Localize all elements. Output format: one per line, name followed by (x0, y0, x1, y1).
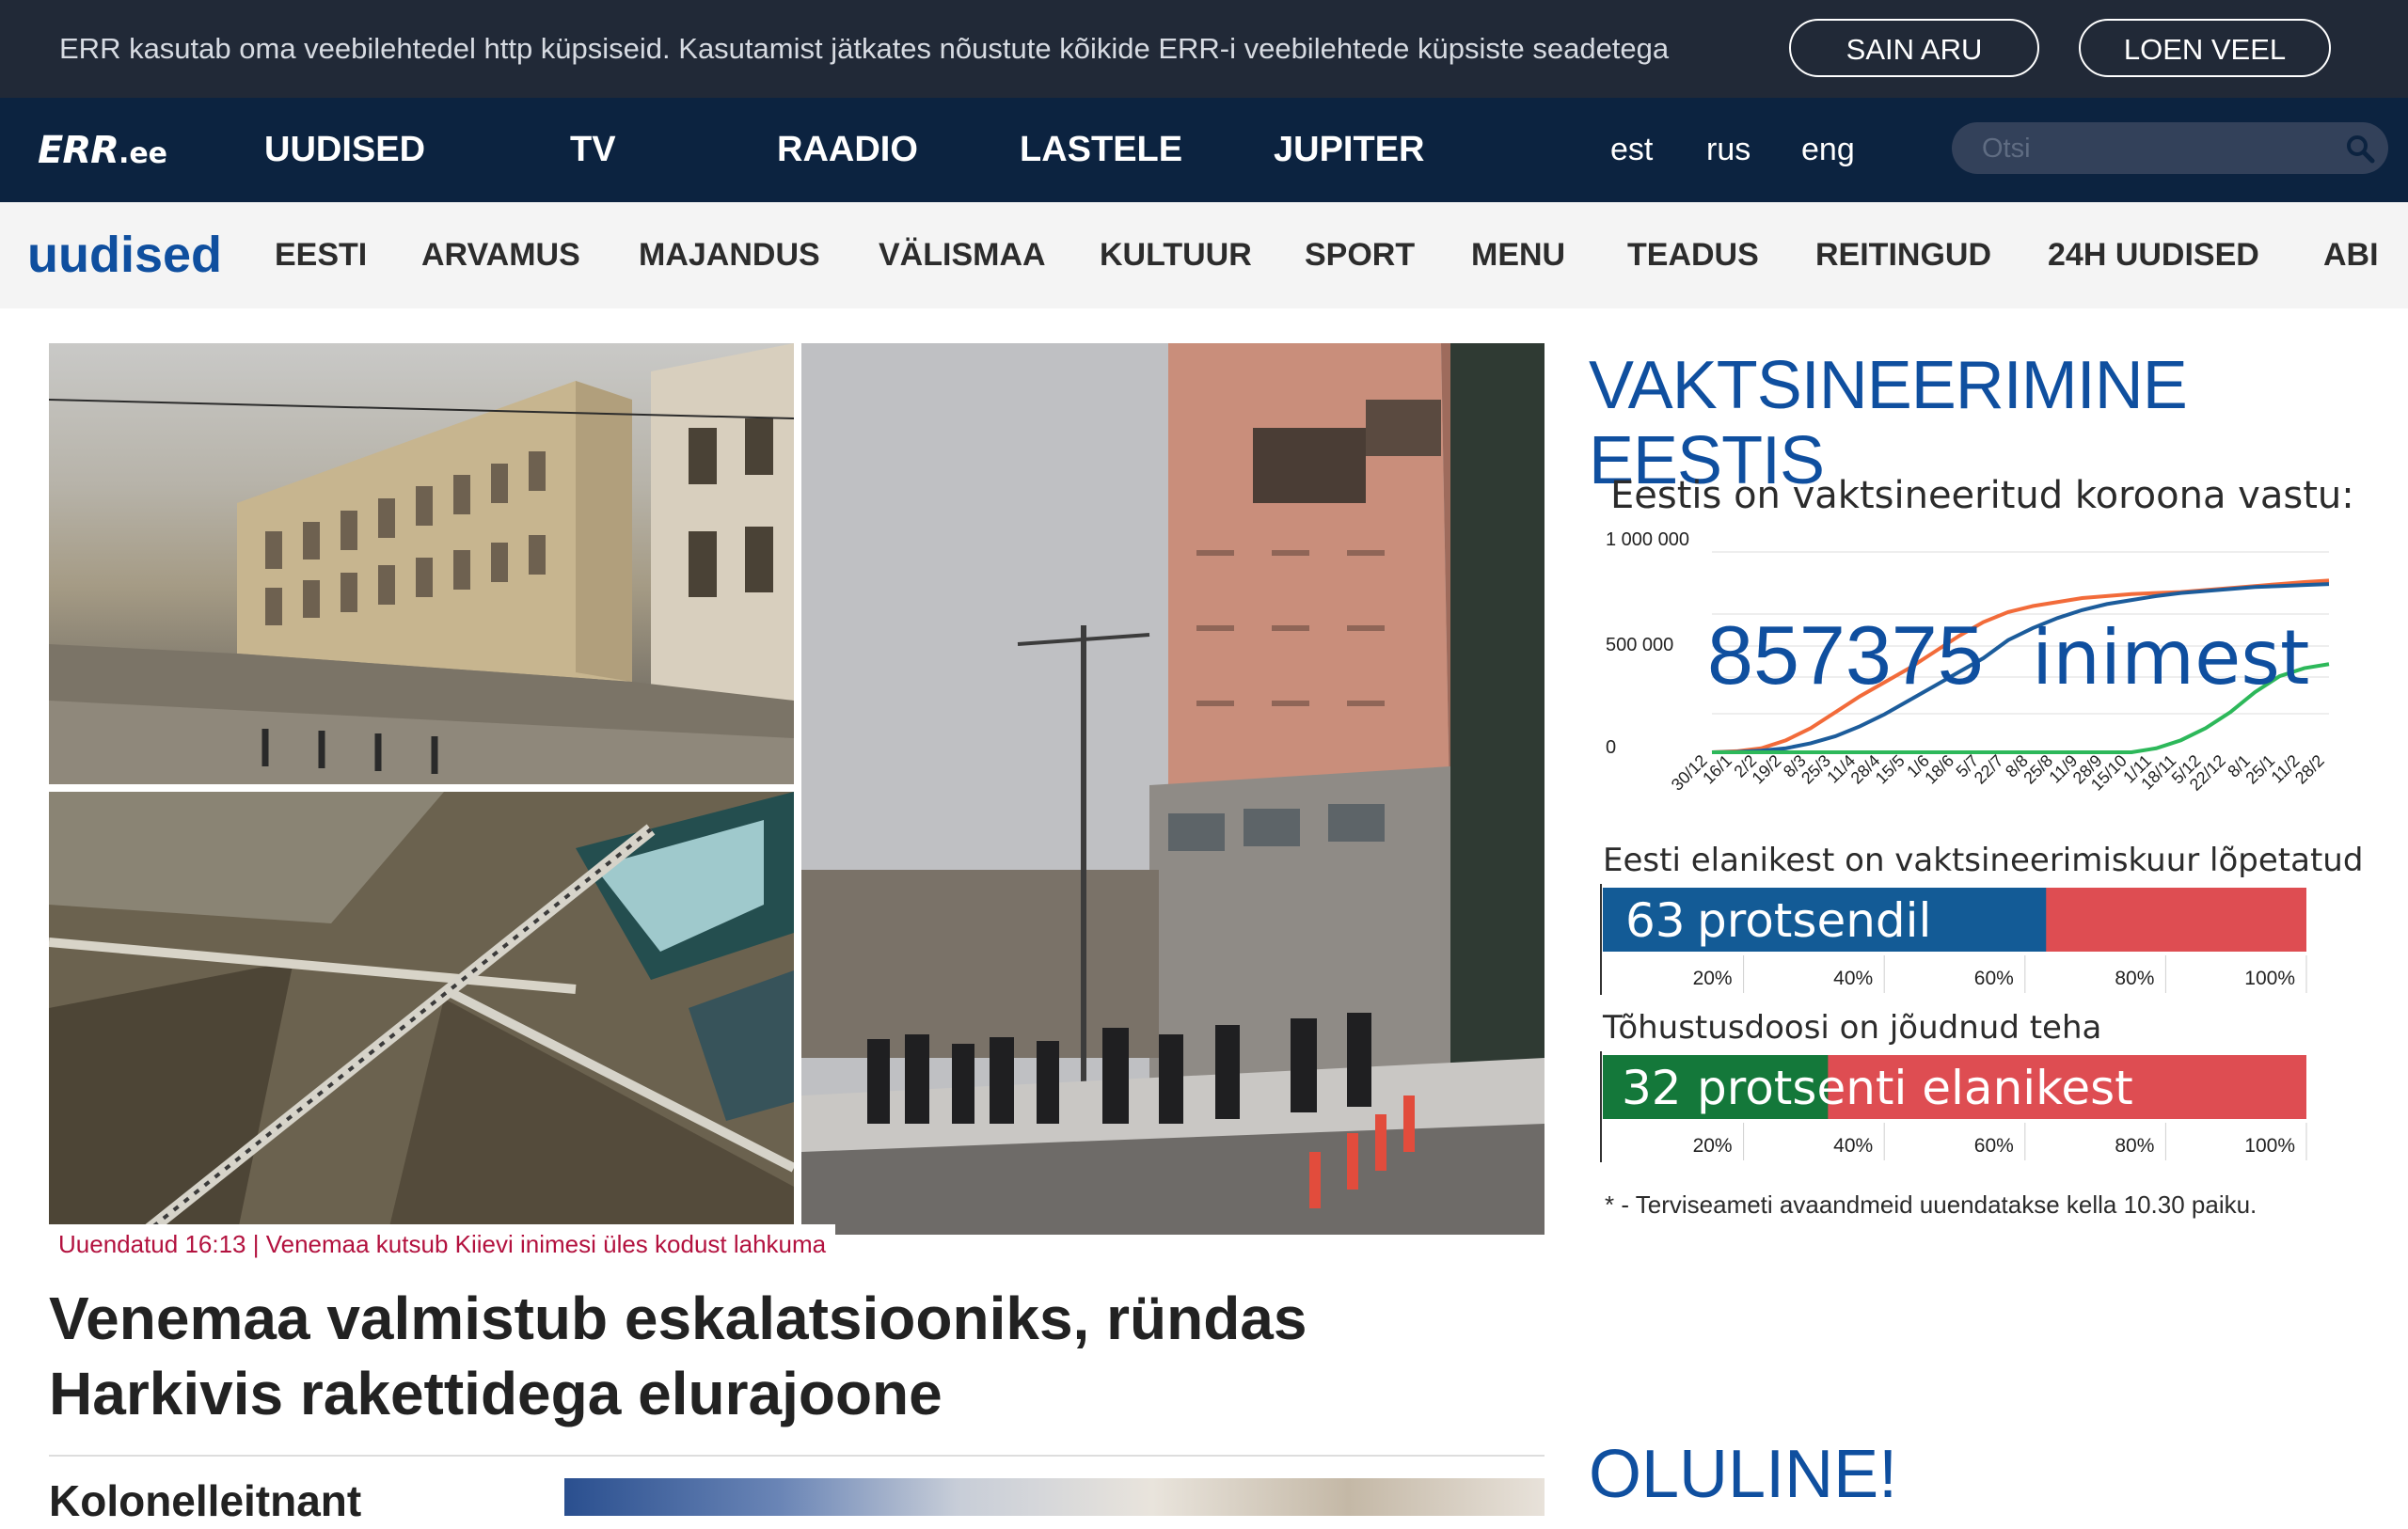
main-headline[interactable]: Venemaa valmistub eskalatsiooniks, ründa… (49, 1281, 1460, 1431)
bar-x-tick-label: 60% (1974, 1135, 2014, 1157)
subnav-majandus[interactable]: MAJANDUS (639, 202, 820, 308)
vaccinated-caption: Eestis on vaktsineeritud koroona vastu: (1610, 474, 2354, 517)
subnav-eesti[interactable]: EESTI (275, 202, 367, 308)
nav-jupiter[interactable]: JUPITER (1274, 98, 1424, 202)
bar-x-tick-label: 80% (2115, 1135, 2154, 1157)
bar-x-tick-label: 40% (1833, 1135, 1873, 1157)
subnav-kultuur[interactable]: KULTUUR (1100, 202, 1252, 308)
err-logo[interactable]: ERR.ee (38, 128, 167, 173)
completed-unit: protsendil (1697, 893, 1931, 948)
vaccinated-unit: inimest (2032, 614, 2309, 701)
subnav-arvamus[interactable]: ARVAMUS (421, 202, 580, 308)
lang-rus[interactable]: rus (1706, 98, 1751, 202)
y-tick-label: 500 000 (1606, 635, 1673, 655)
bar-x-tick-label: 40% (1833, 968, 1873, 989)
search-input[interactable] (1980, 122, 2341, 176)
secondary-article-thumbnail[interactable] (564, 1478, 1545, 1516)
vaccinated-count: 857375 (1707, 608, 1984, 701)
y-tick-label: 1 000 000 (1606, 529, 1689, 550)
breaking-update-tag[interactable]: Uuendatud 16:13 | Venemaa kutsub Kiievi … (49, 1224, 836, 1264)
subnav-sport[interactable]: SPORT (1305, 202, 1415, 308)
completed-caption: Eesti elanikest on vaktsineerimiskuur lõ… (1603, 842, 2364, 879)
subnav-menu[interactable]: MENU (1471, 202, 1565, 308)
bar-x-tick-label: 100% (2244, 968, 2295, 989)
lang-est[interactable]: est (1610, 98, 1653, 202)
booster-bar-chart: 32 protsenti elanikest 20% 40% 60% 80% 100% (1600, 1051, 2307, 1162)
cookie-accept-button[interactable]: SAIN ARU (1789, 19, 2039, 77)
nav-uudised[interactable]: UUDISED (264, 98, 425, 202)
nav-tv[interactable]: TV (570, 98, 616, 202)
x-tick-label: 16/1 (1699, 751, 1735, 788)
bar-x-tick-label: 80% (2115, 968, 2154, 989)
cookie-read-more-button[interactable]: LOEN VEEL (2079, 19, 2331, 77)
subnav-24h-uudised[interactable]: 24H UUDISED (2048, 202, 2259, 308)
bar-x-ticks: 20% 40% 60% 80% 100% (1693, 1123, 2307, 1160)
x-tick-label: 19/2 (1749, 751, 1785, 788)
cookie-banner: ERR kasutab oma veebilehtedel http küpsi… (0, 0, 2408, 98)
x-tick-labels: 30/1216/12/219/28/325/311/428/415/51/618… (1668, 751, 2328, 795)
article-divider (49, 1455, 1545, 1457)
x-tick-label: 28/2 (2291, 751, 2328, 788)
booster-value: 32 (1622, 1061, 1682, 1115)
subnav-abi[interactable]: ABI (2323, 202, 2379, 308)
bar-x-tick-label: 20% (1693, 1135, 1733, 1157)
booster-unit: protsenti elanikest (1697, 1061, 2133, 1115)
kharkiv-building-photo (49, 343, 794, 784)
bar-x-tick-label: 20% (1693, 968, 1733, 989)
subnav-valismaa[interactable]: VÄLISMAA (879, 202, 1046, 308)
completed-bar-chart: 63 protsendil 20% 40% 60% 80% 100% (1600, 884, 2307, 995)
satellite-convoy-photo (49, 792, 794, 1235)
nav-lastele[interactable]: LASTELE (1020, 98, 1182, 202)
logo-suffix: .ee (118, 137, 168, 170)
data-footnote: * - Terviseameti avaandmeid uuendatakse … (1605, 1190, 2258, 1219)
important-section-title[interactable]: OLULINE! (1589, 1437, 1897, 1512)
x-tick-label: 22/7 (1971, 751, 2007, 788)
booster-caption: Tõhustusdoosi on jõudnud teha (1603, 1009, 2102, 1047)
y-tick-label: 0 (1606, 737, 1616, 758)
completed-value: 63 (1625, 893, 1686, 948)
subnav-teadus[interactable]: TEADUS (1627, 202, 1759, 308)
logo-text: ERR (38, 129, 119, 172)
search-box (1952, 122, 2388, 176)
top-navigation: ERR.ee UUDISED TV RAADIO LASTELE JUPITER… (0, 98, 2408, 202)
kyiv-damaged-tower-photo (801, 343, 1545, 1235)
bar-x-tick-label: 100% (2244, 1135, 2295, 1157)
x-tick-label: 18/6 (1921, 751, 1957, 788)
lang-eng[interactable]: eng (1801, 98, 1855, 202)
bar-x-tick-label: 60% (1974, 968, 2014, 989)
vaccination-line-chart: 1 000 000 500 000 0 30/1216/12/219/28/32… (1606, 529, 2330, 795)
nav-raadio[interactable]: RAADIO (777, 98, 918, 202)
secondary-headline[interactable]: Kolonelleitnant (49, 1473, 361, 1529)
section-brand[interactable]: uudised (27, 202, 222, 308)
section-navigation: uudised EESTI ARVAMUS MAJANDUS VÄLISMAA … (0, 202, 2408, 308)
subnav-reitingud[interactable]: REITINGUD (1815, 202, 1991, 308)
search-icon[interactable] (2345, 134, 2375, 164)
cookie-text: ERR kasutab oma veebilehtedel http küpsi… (59, 32, 1670, 65)
x-tick-label: 15/5 (1872, 751, 1909, 788)
hero-image-collage[interactable] (49, 343, 1545, 1235)
bar-x-ticks: 20% 40% 60% 80% 100% (1693, 955, 2307, 993)
